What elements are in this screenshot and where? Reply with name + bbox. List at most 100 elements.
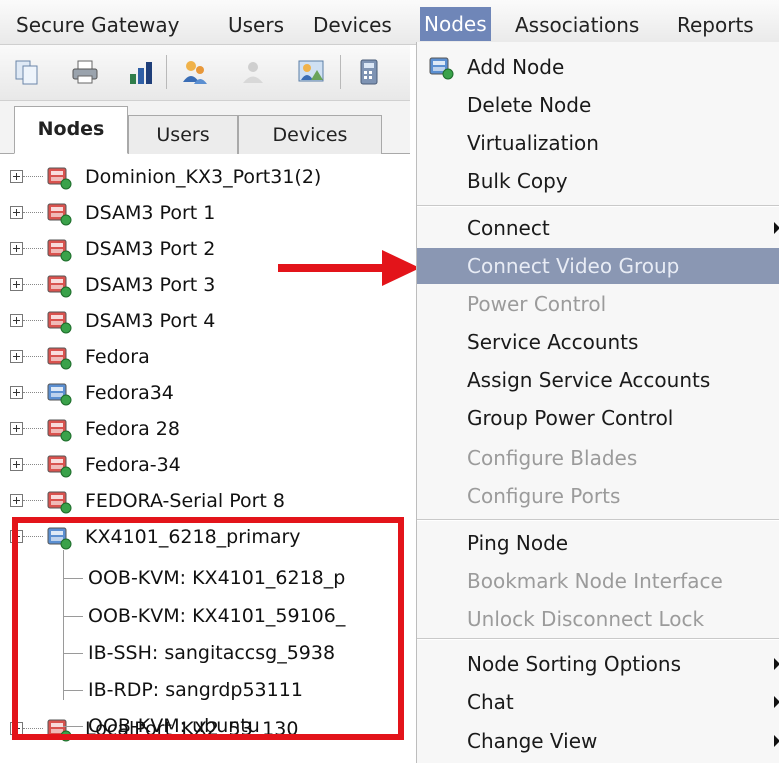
menu-item-group-power-control[interactable]: Group Power Control <box>417 400 779 436</box>
toolbar <box>0 45 410 101</box>
menu-item-label: Unlock Disconnect Lock <box>467 607 705 631</box>
menu-item-label: Service Accounts <box>467 330 639 354</box>
tab-nodes[interactable]: Nodes <box>14 106 128 154</box>
menu-separator <box>417 519 779 521</box>
server-node-icon <box>45 416 73 442</box>
tree-node[interactable]: Fedora-34 <box>0 448 410 482</box>
toolbar-divider <box>340 55 341 89</box>
tree-connector <box>23 428 43 429</box>
tree-node[interactable]: DSAM3 Port 2 <box>0 232 410 266</box>
expand-icon[interactable] <box>10 494 23 507</box>
expand-icon[interactable] <box>10 422 23 435</box>
menu-item-label: Delete Node <box>467 93 592 117</box>
expand-icon[interactable] <box>10 206 23 219</box>
tree-connector <box>23 176 43 177</box>
tree-node-label: DSAM3 Port 3 <box>85 274 216 296</box>
tree-node[interactable]: Fedora 28 <box>0 412 410 446</box>
submenu-arrow-icon <box>774 658 779 670</box>
menu-item-service-accounts[interactable]: Service Accounts <box>417 324 779 360</box>
menu-item-label: Virtualization <box>467 131 599 155</box>
menu-item-unlock-disconnect-lock: Unlock Disconnect Lock <box>417 601 779 637</box>
tree-node[interactable]: Fedora34 <box>0 376 410 410</box>
server-node-icon <box>45 272 73 298</box>
tree-connector <box>23 212 43 213</box>
submenu-arrow-icon <box>774 222 779 234</box>
server-node-icon <box>45 236 73 262</box>
menu-item-label: Bulk Copy <box>467 169 568 193</box>
menu-item-connect[interactable]: Connect <box>417 210 779 246</box>
menu-item-ping-node[interactable]: Ping Node <box>417 525 779 561</box>
tree-node[interactable]: Fedora <box>0 340 410 374</box>
menu-item-node-sorting-options[interactable]: Node Sorting Options <box>417 646 779 682</box>
tree-node-label: Fedora-34 <box>85 454 181 476</box>
server-node-icon <box>45 488 73 514</box>
menu-item-configure-ports: Configure Ports <box>417 478 779 514</box>
menu-item-label: Connect <box>467 216 550 240</box>
tree-node[interactable]: FEDORA-Serial Port 8 <box>0 484 410 518</box>
menu-item-add-node[interactable]: Add Node <box>417 49 779 85</box>
tree-node-label: Dominion_KX3_Port31(2) <box>85 166 322 188</box>
expand-icon[interactable] <box>10 170 23 183</box>
expand-icon[interactable] <box>10 386 23 399</box>
user-groups-icon[interactable] <box>180 57 210 87</box>
menu-associations[interactable]: Associations <box>515 9 639 41</box>
menu-users[interactable]: Users <box>228 9 284 41</box>
menu-item-virtualization[interactable]: Virtualization <box>417 125 779 161</box>
menu-item-label: Configure Ports <box>467 484 621 508</box>
user-icon-disabled <box>238 57 268 87</box>
menu-item-configure-blades: Configure Blades <box>417 440 779 476</box>
tree-connector <box>23 320 43 321</box>
tree-node-label: DSAM3 Port 4 <box>85 310 216 332</box>
server-node-icon <box>45 452 73 478</box>
menu-bar: Secure Gateway Users Devices Nodes Assoc… <box>0 0 779 45</box>
tree-node-label: DSAM3 Port 1 <box>85 202 216 224</box>
expand-icon[interactable] <box>10 242 23 255</box>
chart-icon[interactable] <box>126 57 156 87</box>
nodes-dropdown-menu: Add Node Delete Node Virtualization Bulk Co… <box>416 42 779 763</box>
tree-connector <box>23 356 43 357</box>
tree-node-label: Fedora <box>85 346 150 368</box>
calculator-icon[interactable] <box>354 57 384 87</box>
server-node-icon <box>45 380 73 406</box>
tree-node[interactable]: DSAM3 Port 3 <box>0 268 410 302</box>
menu-item-label: Group Power Control <box>467 406 674 430</box>
menu-nodes[interactable]: Nodes <box>420 7 491 41</box>
submenu-arrow-icon <box>774 735 779 747</box>
annotation-arrow-shaft <box>278 264 388 272</box>
menu-item-label: Power Control <box>467 292 607 316</box>
menu-item-connect-video-group[interactable]: Connect Video Group <box>417 248 779 284</box>
tab-devices[interactable]: Devices <box>238 115 382 154</box>
menu-item-delete-node[interactable]: Delete Node <box>417 87 779 123</box>
tree-node-label: FEDORA-Serial Port 8 <box>85 490 285 512</box>
menu-item-bulk-copy[interactable]: Bulk Copy <box>417 163 779 199</box>
server-node-icon <box>45 200 73 226</box>
menu-reports[interactable]: Reports <box>677 9 754 41</box>
tree-connector <box>23 248 43 249</box>
tree-node-label: Fedora 28 <box>85 418 180 440</box>
tree-node[interactable]: DSAM3 Port 1 <box>0 196 410 230</box>
add-node-icon <box>427 54 455 80</box>
menu-item-assign-service-accounts[interactable]: Assign Service Accounts <box>417 362 779 398</box>
menu-item-label: Connect Video Group <box>467 254 680 278</box>
menu-item-label: Assign Service Accounts <box>467 368 711 392</box>
menu-item-chat[interactable]: Chat <box>417 684 779 720</box>
node-tree: Dominion_KX3_Port31(2) DSAM3 Port 1 DSAM3 … <box>0 154 412 763</box>
menu-item-label: Node Sorting Options <box>467 652 682 676</box>
menu-item-power-control: Power Control <box>417 286 779 322</box>
tree-connector <box>23 464 43 465</box>
tree-node[interactable]: Dominion_KX3_Port31(2) <box>0 160 410 194</box>
expand-icon[interactable] <box>10 278 23 291</box>
menu-devices[interactable]: Devices <box>313 9 392 41</box>
copy-icon[interactable] <box>12 57 42 87</box>
server-node-icon <box>45 344 73 370</box>
tab-users[interactable]: Users <box>128 115 238 154</box>
tree-node[interactable]: DSAM3 Port 4 <box>0 304 410 338</box>
print-icon[interactable] <box>70 57 100 87</box>
image-user-icon[interactable] <box>296 57 326 87</box>
menu-item-change-view[interactable]: Change View <box>417 723 779 759</box>
expand-icon[interactable] <box>10 314 23 327</box>
menu-secure-gateway[interactable]: Secure Gateway <box>16 9 179 41</box>
expand-icon[interactable] <box>10 458 23 471</box>
expand-icon[interactable] <box>10 350 23 363</box>
tree-connector <box>23 500 43 501</box>
